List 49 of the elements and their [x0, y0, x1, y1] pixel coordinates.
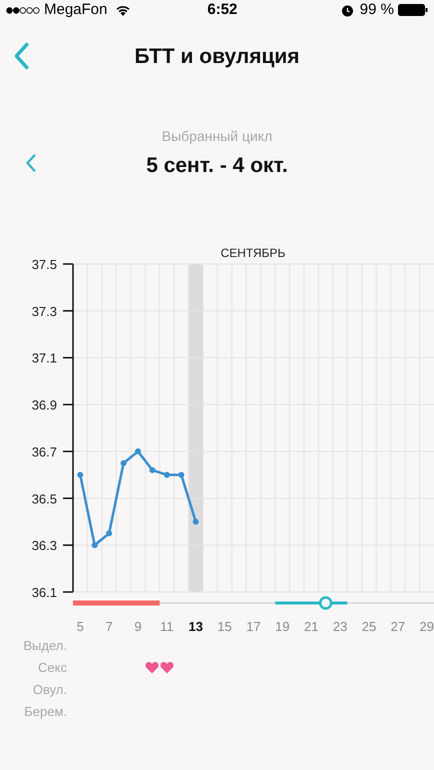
data-point	[134, 448, 141, 454]
signal-icon	[6, 6, 40, 14]
day-label: 15	[217, 619, 232, 634]
chart-title: СЕНТЯБРЬ	[220, 246, 286, 260]
battery-percent: 99 %	[360, 0, 394, 20]
day-label: 19	[275, 619, 290, 634]
previous-cycle-button[interactable]	[25, 154, 36, 172]
day-label: 23	[332, 619, 348, 634]
heart-icon	[160, 661, 174, 674]
day-label: 17	[246, 619, 261, 634]
battery-icon	[398, 4, 428, 16]
wifi-icon	[115, 4, 132, 16]
y-tick-label: 37.3	[32, 304, 57, 319]
data-point	[192, 518, 199, 525]
event-row-label: Берем.	[23, 703, 67, 722]
event-row-label: Овул.	[32, 681, 67, 700]
y-tick-label: 37.5	[32, 257, 57, 272]
data-point	[77, 472, 84, 478]
back-button[interactable]	[13, 42, 29, 70]
y-tick-label: 36.5	[32, 491, 57, 506]
day-label: 13	[188, 619, 203, 634]
data-point	[164, 472, 170, 478]
cycle-caption: Выбранный цикл	[162, 127, 272, 146]
data-point	[178, 472, 184, 478]
day-label: 11	[160, 619, 174, 634]
alarm-icon	[340, 4, 354, 16]
event-row-label: Выдел.	[22, 637, 67, 656]
event-row-label: Секс	[37, 659, 67, 678]
day-label: 27	[390, 619, 406, 634]
day-label: 7	[105, 619, 113, 634]
y-tick-label: 36.7	[32, 444, 57, 460]
day-label: 29	[420, 619, 434, 634]
clock-time: 6:52	[207, 0, 238, 20]
cycle-range: 5 сент. - 4 окт.	[146, 153, 288, 179]
y-tick-label: 36.9	[32, 398, 57, 413]
data-point	[92, 542, 98, 548]
data-point	[106, 530, 112, 536]
heart-icon	[145, 661, 160, 674]
y-tick-label: 37.1	[32, 350, 57, 366]
day-label: 21	[304, 619, 318, 634]
day-label: 25	[362, 619, 376, 634]
day-label: 9	[134, 619, 142, 634]
data-point	[149, 467, 156, 474]
carrier-name: MegaFon	[44, 0, 108, 20]
day-label: 5	[76, 619, 84, 634]
y-tick-label: 36.1	[32, 585, 57, 600]
y-tick-label: 36.3	[32, 538, 57, 554]
page-title: БТТ и овуляция	[134, 44, 300, 70]
data-point	[120, 460, 127, 466]
